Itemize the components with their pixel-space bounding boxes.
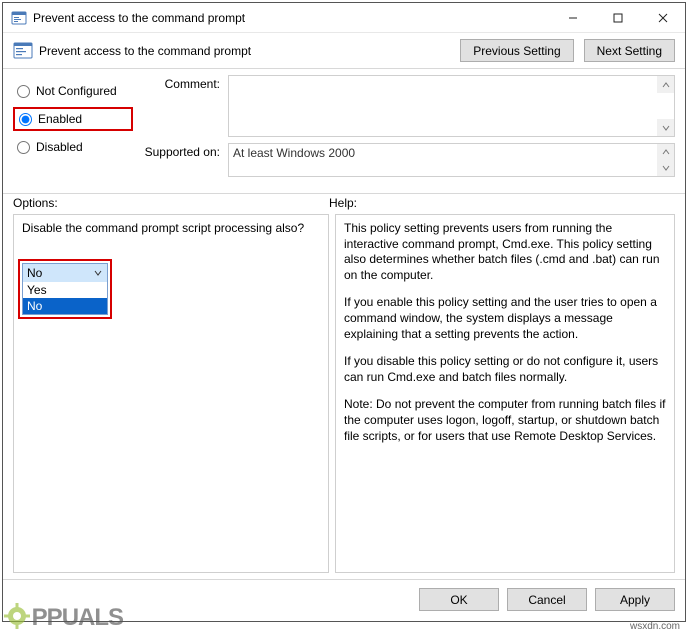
dialog-window: Prevent access to the command prompt Pre… [2,2,686,622]
previous-setting-button[interactable]: Previous Setting [460,39,573,62]
scroll-down-icon[interactable] [657,119,674,136]
close-button[interactable] [640,3,685,32]
header-row: Prevent access to the command prompt Pre… [3,33,685,64]
options-panel: Disable the command prompt script proces… [13,214,329,573]
scroll-up-icon[interactable] [657,144,674,160]
supported-scrollbar[interactable] [657,144,674,176]
brand-watermark: PPUALS [4,603,123,636]
help-panel: This policy setting prevents users from … [335,214,675,573]
help-p3: If you disable this policy setting or do… [344,354,666,385]
supported-textarea: At least Windows 2000 [228,143,675,177]
radio-not-configured[interactable]: Not Configured [13,79,133,103]
gear-icon [4,603,30,636]
options-label: Options: [13,196,329,210]
comment-value [229,76,674,80]
comment-label: Comment: [143,75,228,91]
radio-enabled-label: Enabled [38,112,82,126]
radio-enabled[interactable]: Enabled [13,107,133,131]
supported-row: Supported on: At least Windows 2000 [143,143,675,177]
source-watermark: wsxdn.com [630,621,680,632]
apply-button[interactable]: Apply [595,588,675,611]
header-title: Prevent access to the command prompt [39,44,450,58]
help-label: Help: [329,196,675,210]
comment-textarea[interactable] [228,75,675,137]
script-processing-dropdown[interactable]: No Yes No [22,263,108,315]
comment-row: Comment: [143,75,675,137]
state-radio-group: Not Configured Enabled Disabled [13,75,133,183]
app-icon [11,10,27,26]
form-column: Comment: Supported on: At least Windows … [143,75,675,183]
minimize-button[interactable] [550,3,595,32]
panels-row: Disable the command prompt script proces… [3,214,685,573]
titlebar: Prevent access to the command prompt [3,3,685,33]
chevron-down-icon[interactable] [91,266,105,280]
dropdown-option-no[interactable]: No [23,298,107,314]
option-prompt-label: Disable the command prompt script proces… [22,221,320,235]
dropdown-list: Yes No [23,282,107,314]
window-title: Prevent access to the command prompt [33,11,550,25]
comment-scrollbar[interactable] [657,76,674,136]
supported-value: At least Windows 2000 [229,144,674,162]
scroll-down-icon[interactable] [657,160,674,176]
radio-not-configured-input[interactable] [17,85,30,98]
section-labels: Options: Help: [3,194,685,214]
supported-label: Supported on: [143,143,228,159]
upper-area: Not Configured Enabled Disabled Comment: [3,69,685,189]
dropdown-option-yes[interactable]: Yes [23,282,107,298]
cancel-button[interactable]: Cancel [507,588,587,611]
help-p4: Note: Do not prevent the computer from r… [344,397,666,444]
radio-disabled-label: Disabled [36,140,83,154]
radio-not-configured-label: Not Configured [36,84,117,98]
next-setting-button[interactable]: Next Setting [584,39,675,62]
radio-disabled-input[interactable] [17,141,30,154]
policy-icon [13,41,33,61]
help-p2: If you enable this policy setting and th… [344,295,666,342]
ok-button[interactable]: OK [419,588,499,611]
scroll-up-icon[interactable] [657,76,674,93]
help-p1: This policy setting prevents users from … [344,221,666,283]
radio-enabled-input[interactable] [19,113,32,126]
radio-disabled[interactable]: Disabled [13,135,133,159]
dropdown-highlight: No Yes No [18,259,112,319]
maximize-button[interactable] [595,3,640,32]
brand-text: PPUALS [32,604,123,631]
